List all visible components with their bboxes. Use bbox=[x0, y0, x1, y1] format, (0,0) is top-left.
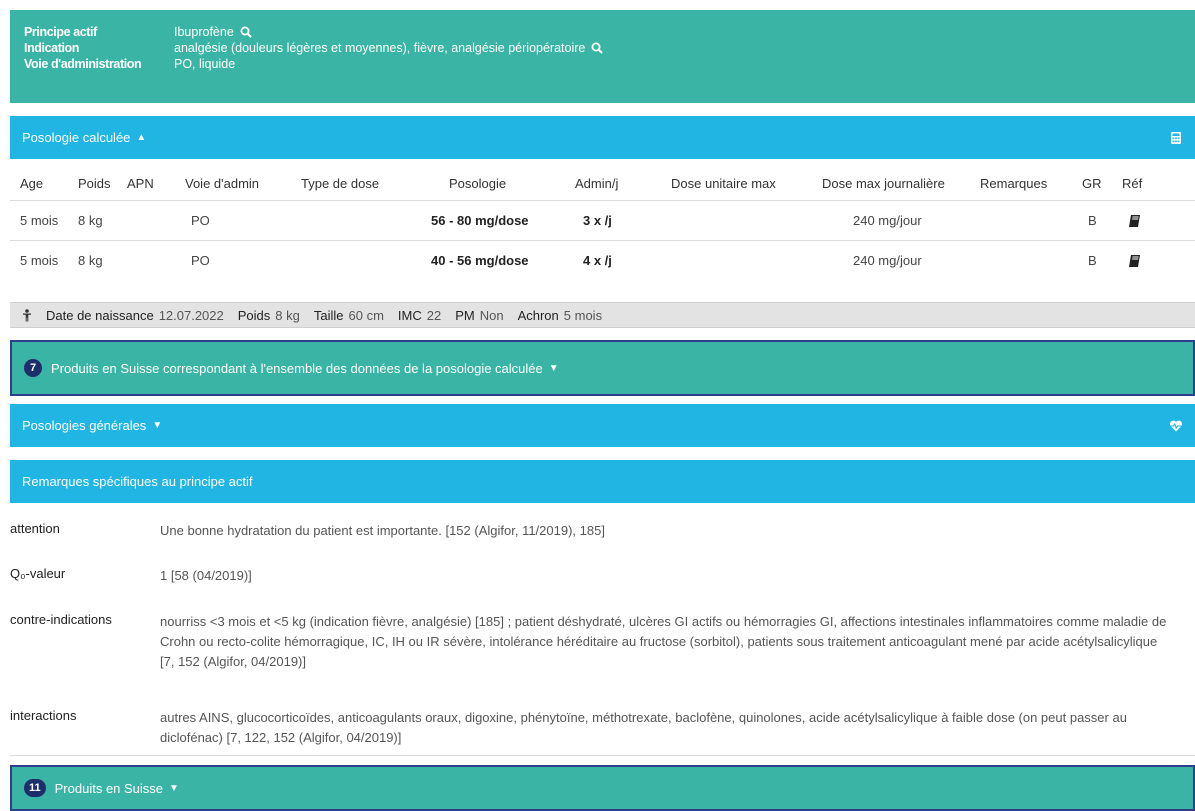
header-value-voie: PO, liquide bbox=[174, 57, 236, 71]
column-header: Poids bbox=[78, 175, 111, 191]
cell-gr: B bbox=[1082, 199, 1122, 240]
table-header-row: Age Poids APN Voie d'admin Type de dose … bbox=[10, 167, 1195, 200]
patient-label: IMC bbox=[397, 307, 422, 323]
produits-posologie-title: Produits en Suisse correspondant à l'ens… bbox=[51, 360, 543, 376]
cell-journaliere: 240 mg/jour bbox=[822, 239, 980, 280]
header-value-principe[interactable]: Ibuprofène bbox=[174, 24, 234, 40]
remarques-title: Remarques spécifiques au principe actif bbox=[22, 474, 253, 489]
posologie-calculee-toggle[interactable]: Posologie calculée ▲ bbox=[10, 116, 1195, 159]
cell-apn bbox=[127, 239, 185, 280]
heart-pulse-icon[interactable] bbox=[1169, 419, 1183, 433]
cell-voie: PO bbox=[185, 199, 301, 240]
produits-posologie-toggle[interactable]: 7 Produits en Suisse correspondant à l'e… bbox=[10, 340, 1195, 396]
count-badge: 11 bbox=[24, 779, 46, 797]
cell-type bbox=[301, 239, 421, 280]
cell-poids: 8 kg bbox=[78, 239, 127, 280]
patient-value-pm: Non bbox=[479, 307, 504, 323]
posologie-calculee-title: Posologie calculée bbox=[22, 130, 131, 145]
cell-apn bbox=[127, 199, 185, 240]
column-header: APN bbox=[127, 175, 154, 191]
book-icon[interactable] bbox=[1128, 214, 1141, 228]
column-header: GR bbox=[1082, 175, 1102, 191]
header-label: Principe actif bbox=[24, 25, 97, 39]
column-header: Réf bbox=[1122, 175, 1143, 191]
header-row-indication: Indication analgésie (douleurs légères e… bbox=[24, 40, 1181, 56]
patient-value-birthdate: 12.07.2022 bbox=[158, 307, 224, 323]
remarques-header: Remarques spécifiques au principe actif bbox=[10, 460, 1195, 503]
remark-label: Q₀-valeur bbox=[10, 566, 66, 581]
cell-ref bbox=[1122, 199, 1195, 240]
posologies-generales-toggle[interactable]: Posologies générales ▼ bbox=[10, 404, 1195, 447]
remark-label: contre-indications bbox=[10, 612, 112, 627]
column-header: Remarques bbox=[980, 175, 1048, 191]
cell-posologie: 40 - 56 mg/dose bbox=[421, 239, 561, 280]
caret-down-icon: ▼ bbox=[152, 420, 163, 431]
caret-down-icon: ▼ bbox=[548, 362, 559, 374]
remark-row-q0: Q₀-valeur 1 [58 (04/2019)] bbox=[10, 566, 1175, 586]
patient-label: Achron bbox=[517, 307, 559, 323]
search-icon[interactable] bbox=[240, 26, 252, 38]
produits-suisse-title: Produits en Suisse bbox=[54, 780, 164, 796]
patient-label: Poids bbox=[237, 307, 271, 323]
header-row-voie: Voie d'administration PO, liquide bbox=[24, 56, 1181, 72]
column-header: Voie d'admin bbox=[185, 175, 260, 191]
patient-value-imc: 22 bbox=[426, 307, 442, 323]
produits-suisse-toggle[interactable]: 11 Produits en Suisse ▼ bbox=[10, 765, 1195, 811]
patient-label: Date de naissance bbox=[46, 307, 154, 323]
divider bbox=[10, 755, 1195, 756]
table-row: 5 mois 8 kg PO 56 - 80 mg/dose 3 x /j 24… bbox=[10, 199, 1195, 240]
drug-header: Principe actif Ibuprofène Indication ana… bbox=[10, 10, 1195, 103]
remark-text: nourriss <3 mois et <5 kg (indication fi… bbox=[160, 614, 1167, 669]
patient-value-achron: 5 mois bbox=[563, 307, 603, 323]
header-value-indication[interactable]: analgésie (douleurs légères et moyennes)… bbox=[174, 40, 585, 56]
book-icon[interactable] bbox=[1128, 254, 1141, 268]
cell-remarques bbox=[980, 239, 1082, 280]
cell-age: 5 mois bbox=[10, 239, 78, 280]
remark-text: autres AINS, glucocorticoïdes, anticoagu… bbox=[160, 710, 1127, 745]
search-icon[interactable] bbox=[591, 42, 604, 54]
cell-age: 5 mois bbox=[10, 199, 78, 240]
cell-type bbox=[301, 199, 421, 240]
column-header: Dose max journalière bbox=[822, 175, 945, 191]
patient-label: Taille bbox=[313, 307, 344, 323]
person-icon bbox=[23, 308, 31, 321]
patient-info-bar: Date de naissance 12.07.2022 Poids 8 kg … bbox=[10, 302, 1195, 328]
remark-row-contre-indications: contre-indications nourriss <3 mois et <… bbox=[10, 612, 1175, 672]
calculator-icon[interactable] bbox=[1169, 131, 1183, 145]
column-header: Admin/j bbox=[575, 175, 619, 191]
patient-label: PM bbox=[455, 307, 475, 323]
posologie-table: Age Poids APN Voie d'admin Type de dose … bbox=[10, 167, 1195, 280]
remark-label: attention bbox=[10, 521, 60, 536]
remark-text: 1 [58 (04/2019)] bbox=[160, 568, 252, 583]
cell-remarques bbox=[980, 199, 1082, 240]
remark-row-interactions: interactions autres AINS, glucocorticoïd… bbox=[10, 708, 1175, 748]
cell-posologie: 56 - 80 mg/dose bbox=[421, 199, 561, 240]
cell-unitaire bbox=[671, 199, 822, 240]
header-label: Voie d'administration bbox=[24, 57, 142, 71]
table-row: 5 mois 8 kg PO 40 - 56 mg/dose 4 x /j 24… bbox=[10, 239, 1195, 280]
caret-down-icon: ▼ bbox=[169, 782, 179, 794]
cell-voie: PO bbox=[185, 239, 301, 280]
column-header: Type de dose bbox=[301, 175, 380, 191]
cell-poids: 8 kg bbox=[78, 199, 127, 240]
remark-label: interactions bbox=[10, 708, 77, 723]
cell-journaliere: 240 mg/jour bbox=[822, 199, 980, 240]
column-header: Age bbox=[20, 175, 44, 191]
cell-gr: B bbox=[1082, 239, 1122, 280]
caret-up-icon: ▲ bbox=[136, 132, 147, 143]
cell-unitaire bbox=[671, 239, 822, 280]
cell-ref bbox=[1122, 239, 1195, 280]
remark-text: Une bonne hydratation du patient est imp… bbox=[160, 523, 605, 538]
cell-admin: 4 x /j bbox=[561, 239, 671, 280]
posologies-generales-title: Posologies générales bbox=[22, 418, 147, 433]
remark-row-attention: attention Une bonne hydratation du patie… bbox=[10, 521, 1175, 541]
header-row-principe: Principe actif Ibuprofène bbox=[24, 24, 1181, 40]
cell-admin: 3 x /j bbox=[561, 199, 671, 240]
column-header: Posologie bbox=[449, 175, 507, 191]
header-label: Indication bbox=[24, 41, 80, 55]
patient-value-weight: 8 kg bbox=[275, 307, 300, 323]
count-badge: 7 bbox=[24, 359, 42, 377]
column-header: Dose unitaire max bbox=[671, 175, 776, 191]
patient-value-height: 60 cm bbox=[348, 307, 384, 323]
